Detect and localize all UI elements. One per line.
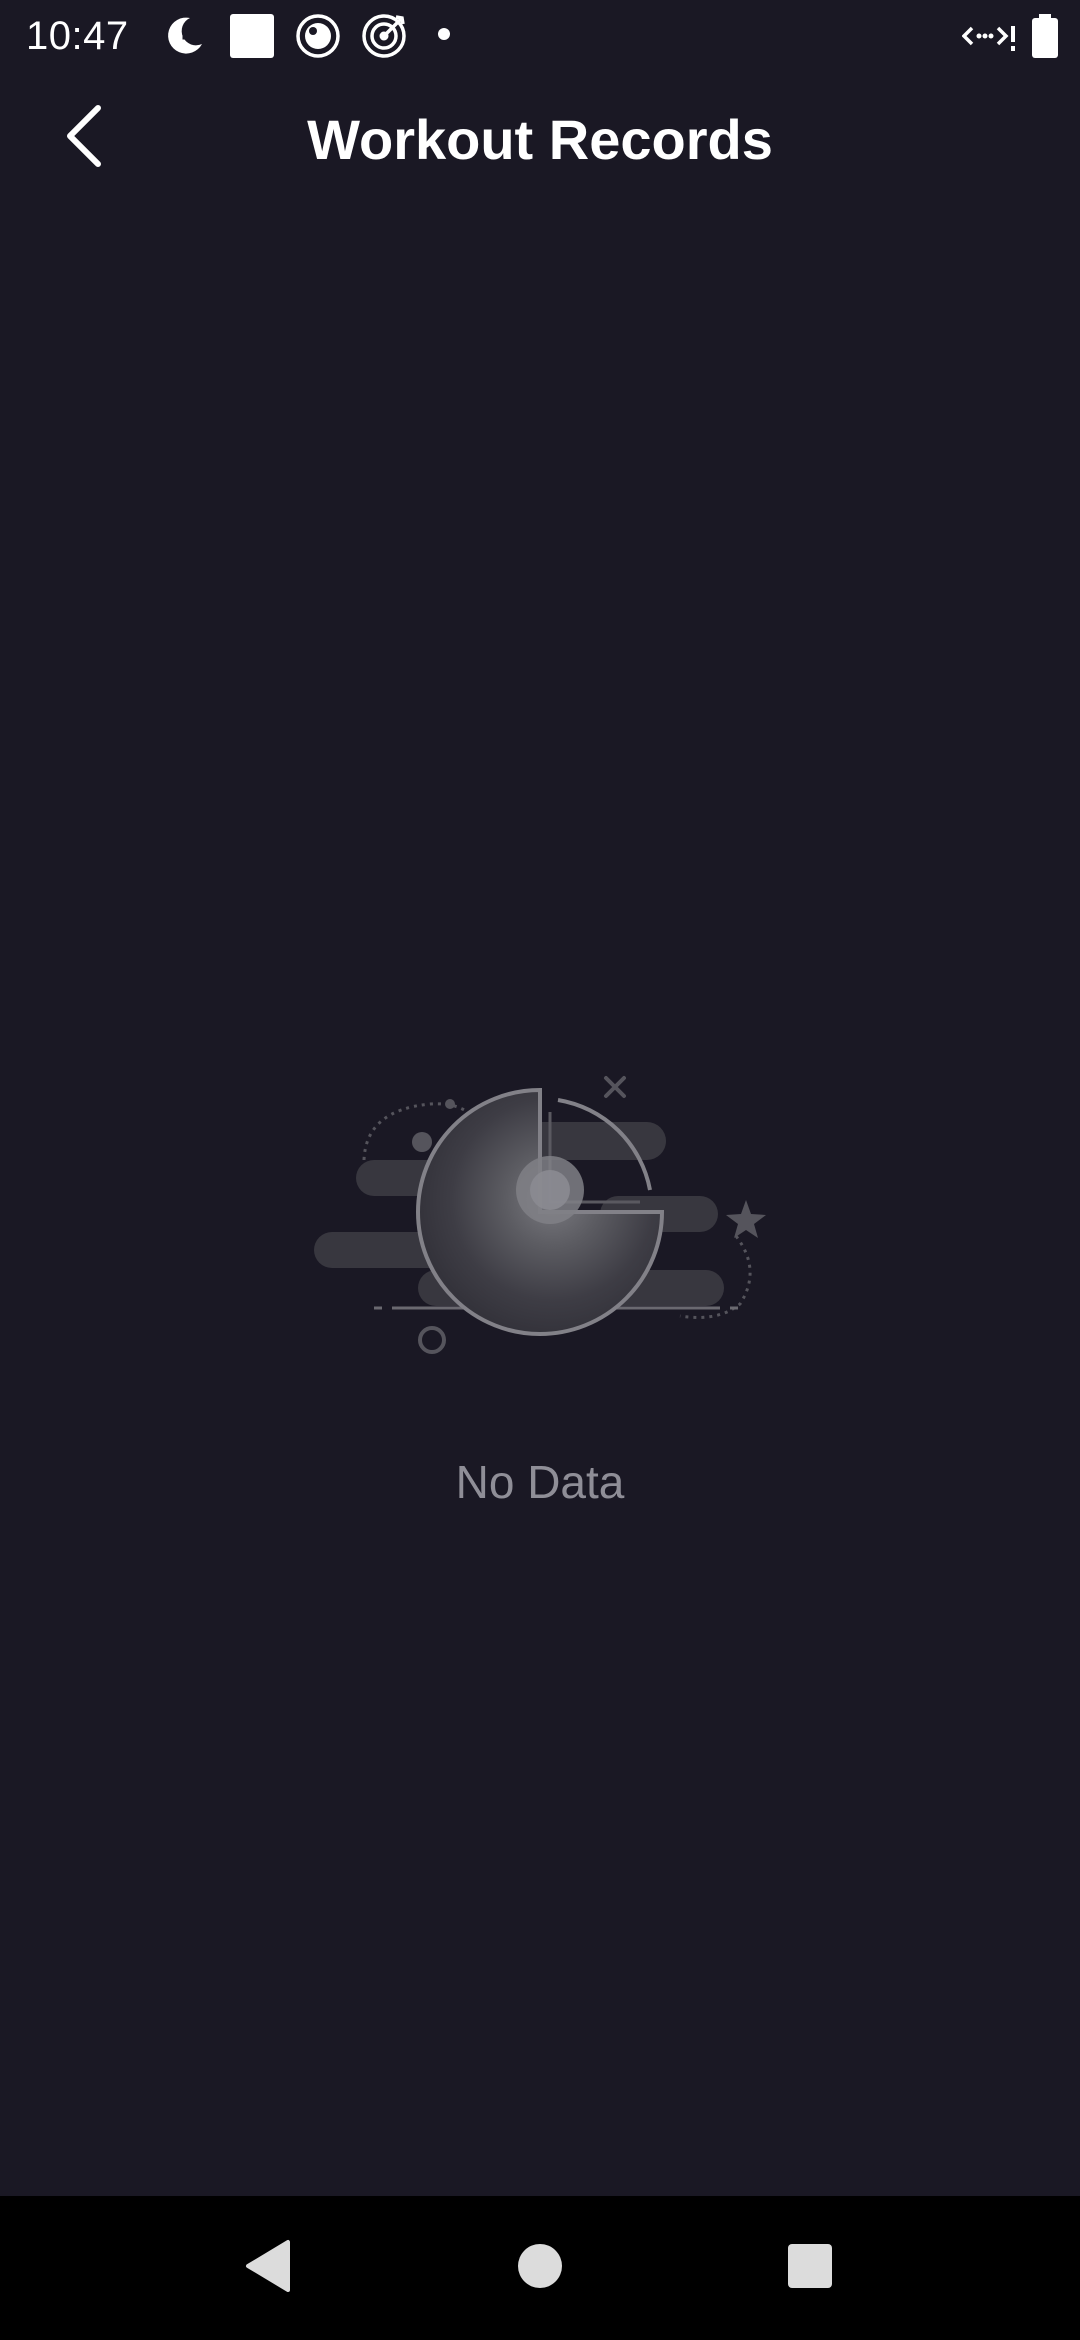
empty-chart-icon xyxy=(300,1060,780,1380)
nav-back-button[interactable] xyxy=(232,2232,304,2304)
status-time: 10:47 xyxy=(26,14,129,58)
back-triangle-icon xyxy=(242,2238,294,2299)
dot-icon xyxy=(436,26,452,47)
recents-square-icon xyxy=(786,2242,834,2295)
nav-home-button[interactable] xyxy=(504,2232,576,2304)
empty-state-message: No Data xyxy=(455,1456,625,1508)
data-signal-icon xyxy=(961,12,1018,65)
circle-app-icon xyxy=(294,12,342,65)
battery-icon xyxy=(1030,12,1060,65)
back-button[interactable] xyxy=(40,96,124,180)
square-notification-icon xyxy=(228,12,276,65)
target-icon xyxy=(360,12,408,65)
system-navigation-bar xyxy=(0,2196,1080,2340)
status-bar: 10:47 xyxy=(0,0,1080,72)
app-header: Workout Records xyxy=(0,72,1080,208)
page-title: Workout Records xyxy=(307,108,773,171)
nav-recents-button[interactable] xyxy=(774,2232,846,2304)
chevron-left-icon xyxy=(58,102,106,175)
home-circle-icon xyxy=(516,2242,564,2295)
do-not-disturb-icon xyxy=(160,12,208,65)
